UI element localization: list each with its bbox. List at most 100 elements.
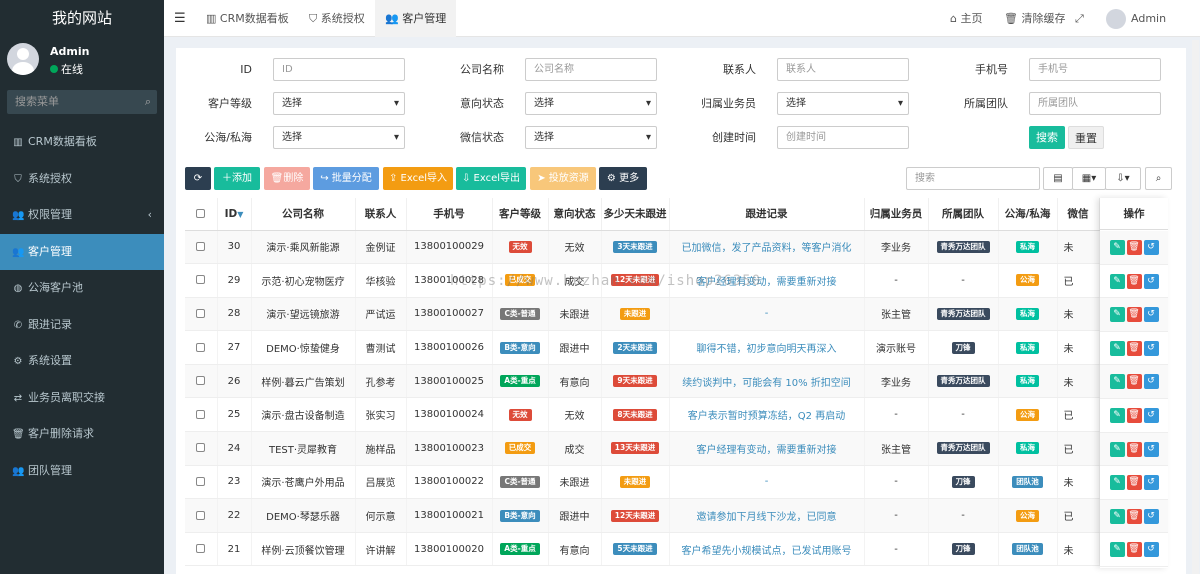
table-row[interactable]: 28 演示·望远镜旅游 严试运 13800100027 C类-普通 未跟进 未跟进 - 张主管青… bbox=[185, 297, 1100, 332]
column-header-days[interactable]: 多少天未跟进 bbox=[601, 198, 670, 231]
history-icon[interactable]: ↺ bbox=[1143, 240, 1159, 255]
scrollbar[interactable] bbox=[1192, 40, 1199, 574]
sidebar-item-crm-dashboard[interactable]: ▥ CRM数据看板 bbox=[0, 124, 164, 161]
search-icon[interactable]: ⌕ bbox=[145, 90, 151, 114]
add-button[interactable]: ＋添加 bbox=[214, 167, 260, 190]
cell-followup-note[interactable]: 客户希望先小规模试点，已发试用账号 bbox=[669, 532, 865, 567]
sidebar-search-input[interactable]: 搜索菜单 ⌕ bbox=[7, 90, 157, 114]
edit-icon[interactable]: ✎ bbox=[1109, 408, 1125, 423]
cell-followup-note[interactable]: 续约谈判中，可能会有 10% 折扣空间 bbox=[669, 364, 865, 399]
delete-icon[interactable]: 🗑 bbox=[1126, 475, 1142, 491]
cell-followup-note[interactable]: 客户表示暂时预算冻结，Q2 再启动 bbox=[669, 397, 865, 433]
company-input[interactable]: 公司名称 bbox=[525, 58, 657, 81]
column-header-intent[interactable]: 意向状态 bbox=[548, 198, 602, 231]
row-checkbox[interactable] bbox=[185, 397, 218, 433]
column-header-pool[interactable]: 公海/私海 bbox=[998, 198, 1058, 231]
tab-customers[interactable]: 👥 客户管理 bbox=[375, 0, 457, 37]
delete-icon[interactable]: 🗑 bbox=[1126, 508, 1142, 524]
delete-icon[interactable]: 🗑 bbox=[1126, 307, 1142, 323]
level-select[interactable]: 选择 bbox=[273, 92, 405, 115]
table-row[interactable]: 27 DEMO·惊蛰健身 曹测试 13800100026 B类-意向 跟进中 2天未跟进 聊得… bbox=[185, 330, 1100, 365]
row-checkbox[interactable] bbox=[185, 263, 218, 298]
tab-system-auth[interactable]: ⛉ 系统授权 bbox=[299, 0, 375, 37]
edit-icon[interactable]: ✎ bbox=[1109, 508, 1125, 524]
tab-crm-dashboard[interactable]: ▥ CRM数据看板 bbox=[196, 0, 299, 37]
more-button[interactable]: ⚙ 更多 bbox=[599, 167, 647, 190]
row-checkbox[interactable] bbox=[185, 297, 218, 332]
release-resources-button[interactable]: ➤ 投放资源 bbox=[530, 167, 596, 190]
excel-export-button[interactable]: ⇩ Excel导出 bbox=[456, 167, 526, 190]
row-checkbox[interactable] bbox=[185, 364, 218, 399]
table-row[interactable]: 24 TEST·灵犀教育 施样品 13800100023 已成交 成交 13天未跟进 客户经理… bbox=[185, 431, 1100, 466]
sidebar-item-followups[interactable]: ✆ 跟进记录 bbox=[0, 307, 164, 344]
history-icon[interactable]: ↺ bbox=[1143, 508, 1159, 524]
id-input[interactable]: ID bbox=[273, 58, 405, 81]
history-icon[interactable]: ↺ bbox=[1143, 542, 1159, 558]
sidebar-item-handover[interactable]: ⇄ 业务员离职交接 bbox=[0, 380, 164, 417]
select-all-checkbox[interactable] bbox=[185, 198, 218, 231]
intent-select[interactable]: 选择 bbox=[525, 92, 657, 115]
column-header-followup-note[interactable]: 跟进记录 bbox=[669, 198, 865, 231]
sidebar-item-teams[interactable]: 👥 团队管理 bbox=[0, 453, 164, 490]
edit-icon[interactable]: ✎ bbox=[1109, 240, 1125, 255]
owner-select[interactable]: 选择 bbox=[777, 92, 909, 115]
sidebar-item-settings[interactable]: ⚙ 系统设置 bbox=[0, 343, 164, 380]
edit-icon[interactable]: ✎ bbox=[1109, 340, 1125, 356]
card-view-icon[interactable]: ▤ bbox=[1043, 167, 1073, 190]
history-icon[interactable]: ↺ bbox=[1143, 374, 1159, 390]
cell-followup-note[interactable]: - bbox=[669, 465, 865, 500]
phone-input[interactable]: 手机号 bbox=[1029, 58, 1161, 81]
cell-followup-note[interactable]: 聊得不错，初步意向明天再深入 bbox=[669, 330, 865, 365]
history-icon[interactable]: ↺ bbox=[1143, 273, 1159, 289]
sidebar-item-system-auth[interactable]: ⛉ 系统授权 bbox=[0, 161, 164, 198]
history-icon[interactable]: ↺ bbox=[1143, 441, 1159, 457]
team-input[interactable]: 所属团队 bbox=[1029, 92, 1161, 115]
clear-cache-button[interactable]: 🗑 清除缓存 bbox=[1004, 0, 1065, 37]
table-search-input[interactable]: 搜索 bbox=[906, 167, 1040, 190]
column-header-id[interactable]: ID▼ bbox=[217, 198, 252, 231]
row-checkbox[interactable] bbox=[185, 465, 218, 500]
history-icon[interactable]: ↺ bbox=[1143, 340, 1159, 356]
table-row[interactable]: 22 DEMO·琴瑟乐器 何示意 13800100021 B类-意向 跟进中 12天未跟进邀… bbox=[185, 498, 1100, 533]
sidebar-item-permissions[interactable]: 👥 权限管理 ‹ bbox=[0, 197, 164, 234]
reset-button[interactable]: 重置 bbox=[1068, 126, 1104, 149]
brand-title[interactable]: 我的网站 bbox=[0, 0, 164, 37]
table-row[interactable]: 25 演示·盘古设备制造 张实习 13800100024 无效 无效 8天未跟进 客户表示暂时… bbox=[185, 397, 1100, 433]
column-header-team[interactable]: 所属团队 bbox=[928, 198, 999, 231]
history-icon[interactable]: ↺ bbox=[1143, 408, 1159, 423]
column-header-level[interactable]: 客户等级 bbox=[492, 198, 549, 231]
export-dropdown-icon[interactable]: ⇩▾ bbox=[1105, 167, 1141, 190]
row-checkbox[interactable] bbox=[185, 532, 218, 567]
delete-icon[interactable]: 🗑 bbox=[1126, 374, 1142, 390]
pool-select[interactable]: 选择 bbox=[273, 126, 405, 149]
menu-toggle-icon[interactable]: ☰ bbox=[174, 11, 186, 26]
table-row[interactable]: 21 样例·云顶餐饮管理 许讲解 13800100020 A类-重点 有意向 5天未跟进 客户… bbox=[185, 532, 1100, 567]
edit-icon[interactable]: ✎ bbox=[1109, 441, 1125, 457]
edit-icon[interactable]: ✎ bbox=[1109, 273, 1125, 289]
contact-input[interactable]: 联系人 bbox=[777, 58, 909, 81]
cell-followup-note[interactable]: 邀请参加下月线下沙龙，已同意 bbox=[669, 498, 865, 533]
delete-icon[interactable]: 🗑 bbox=[1126, 441, 1142, 457]
cell-followup-note[interactable]: 已加微信，发了产品资料，等客户消化 bbox=[669, 230, 865, 265]
row-checkbox[interactable] bbox=[185, 330, 218, 365]
delete-icon[interactable]: 🗑 bbox=[1126, 273, 1142, 289]
column-header-company[interactable]: 公司名称 bbox=[251, 198, 356, 231]
search-icon[interactable]: ⌕ bbox=[1145, 167, 1172, 190]
column-header-contact[interactable]: 联系人 bbox=[355, 198, 407, 231]
cell-followup-note[interactable]: 客户经理有变动，需要重新对接 bbox=[669, 431, 865, 466]
table-row[interactable]: 23 演示·苍鹰户外用品 吕展览 13800100022 C类-普通 未跟进 未跟进 - - 刀锋… bbox=[185, 465, 1100, 500]
table-row[interactable]: 30 演示·乘风新能源 金例证 13800100029 无效 无效 3天未跟进 已加微信，发了… bbox=[185, 230, 1100, 265]
batch-assign-button[interactable]: ↪ 批量分配 bbox=[313, 167, 379, 190]
cell-followup-note[interactable]: - bbox=[669, 297, 865, 332]
admin-menu[interactable]: Admin bbox=[1106, 0, 1166, 37]
edit-icon[interactable]: ✎ bbox=[1109, 307, 1125, 323]
row-checkbox[interactable] bbox=[185, 230, 218, 265]
excel-import-button[interactable]: ⇪ Excel导入 bbox=[383, 167, 453, 190]
home-link[interactable]: ⌂ 主页 bbox=[950, 0, 982, 37]
edit-icon[interactable]: ✎ bbox=[1109, 374, 1125, 390]
delete-icon[interactable]: 🗑 bbox=[1126, 542, 1142, 558]
refresh-button[interactable]: ⟳ bbox=[185, 167, 211, 190]
delete-icon[interactable]: 🗑 bbox=[1126, 340, 1142, 356]
delete-icon[interactable]: 🗑 bbox=[1126, 240, 1142, 255]
sidebar-item-public-pool[interactable]: ◍ 公海客户池 bbox=[0, 270, 164, 307]
